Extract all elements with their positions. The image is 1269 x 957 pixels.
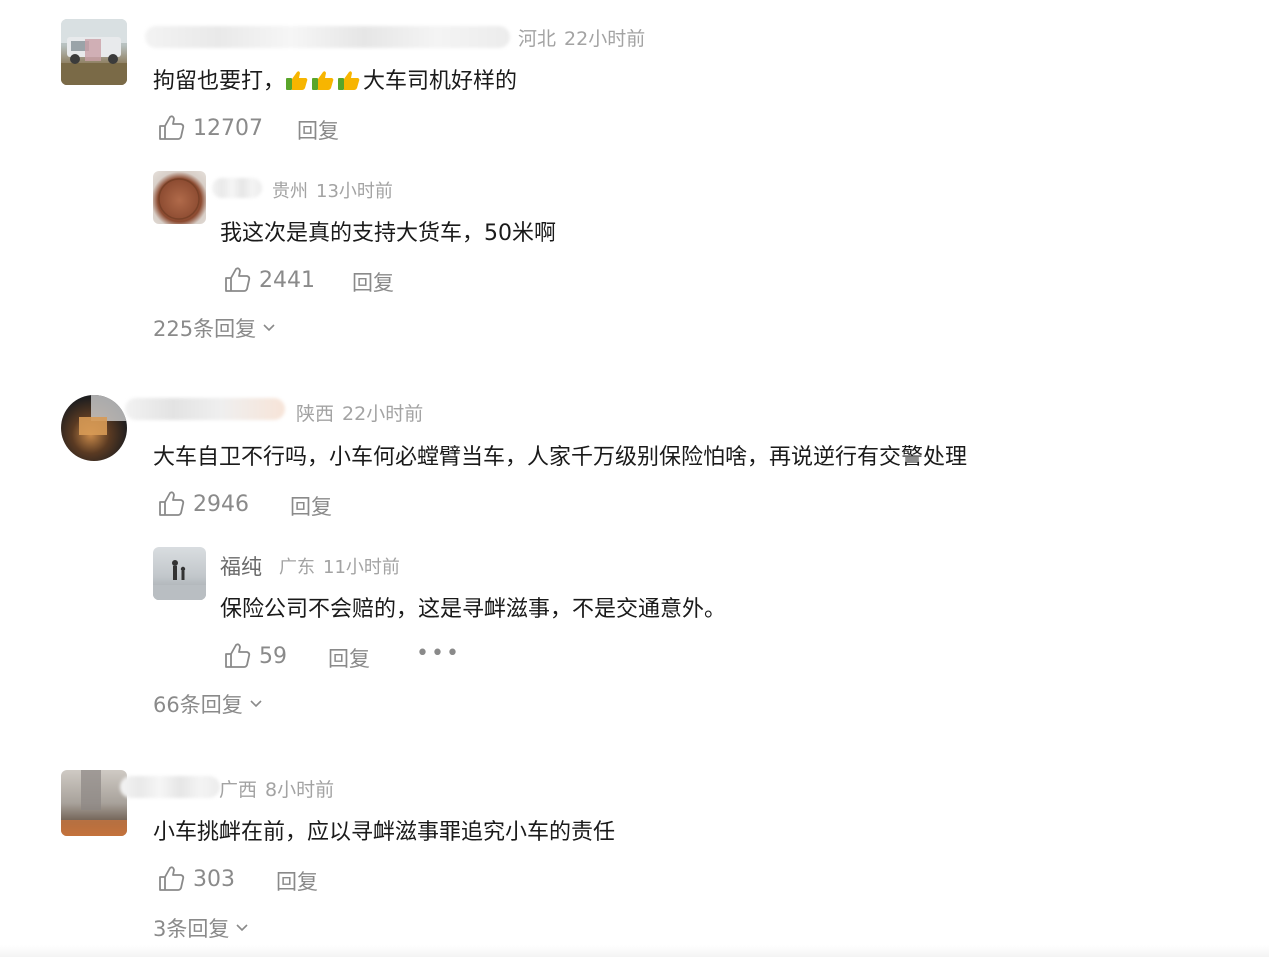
expand-replies-button[interactable]: 66条回复: [153, 689, 263, 719]
like-count: 2946: [193, 491, 249, 517]
avatar[interactable]: [61, 19, 127, 85]
comment-text: 拘留也要打， 大车司机好样的: [153, 69, 518, 94]
reply-button[interactable]: 回复: [297, 115, 339, 145]
chevron-down-icon: [250, 700, 262, 708]
bottom-fade: [0, 945, 1269, 957]
comment-text: 大车自卫不行吗，小车何必螳臂当车，人家千万级别保险怕啥，再说逆行有交警处理: [153, 445, 968, 470]
comment-meta: 河北 22小时前: [518, 24, 645, 51]
location: 陕西: [296, 403, 335, 425]
reply-meta: 广东 11小时前: [279, 553, 400, 579]
like-count: 2441: [259, 267, 315, 293]
timestamp: 22小时前: [564, 28, 646, 50]
expand-label: 225条回复: [153, 317, 257, 341]
avatar-image: [79, 395, 127, 435]
like-count: 12707: [193, 115, 263, 141]
more-options-button[interactable]: •••: [416, 641, 461, 666]
comment-meta: 陕西 22小时前: [296, 399, 423, 426]
timestamp: 13小时前: [316, 181, 393, 202]
timestamp: 22小时前: [342, 403, 424, 425]
reply-button[interactable]: 回复: [290, 491, 332, 521]
timestamp: 11小时前: [323, 557, 400, 578]
thumbs-up-outline-icon: [225, 643, 251, 668]
like-button[interactable]: 59: [223, 642, 287, 670]
location: 贵州: [272, 181, 308, 202]
thumbs-up-emoji: [312, 71, 334, 90]
location: 河北: [518, 28, 557, 50]
chevron-down-icon: [263, 324, 275, 332]
avatar[interactable]: [153, 547, 206, 600]
reply-meta: 贵州 13小时前: [272, 177, 393, 203]
thumbs-up-outline-icon: [159, 115, 185, 140]
expand-replies-button[interactable]: 3条回复: [153, 913, 249, 943]
reply-button[interactable]: 回复: [352, 267, 394, 297]
avatar-image: [153, 560, 206, 600]
expand-label: 66条回复: [153, 693, 243, 717]
chevron-down-icon: [236, 924, 248, 932]
location: 广东: [279, 557, 315, 578]
thumbs-up-emoji: [338, 71, 360, 90]
comment-meta: 广西 8小时前: [219, 775, 334, 802]
username-redacted[interactable]: [120, 776, 220, 798]
thumbs-up-outline-icon: [159, 866, 185, 891]
reply-text: 保险公司不会赔的，这是寻衅滋事，不是交通意外。: [220, 597, 727, 622]
avatar-image: [61, 19, 127, 85]
avatar-image: [61, 770, 127, 836]
timestamp: 8小时前: [265, 779, 335, 801]
comment-text: 小车挑衅在前，应以寻衅滋事罪追究小车的责任: [153, 820, 616, 845]
reply-text: 我这次是真的支持大货车，50米啊: [220, 221, 556, 246]
thumbs-up-emoji: [286, 71, 308, 90]
thumbs-up-outline-icon: [225, 267, 251, 292]
location: 广西: [219, 779, 258, 801]
reply-username[interactable]: 福纯: [220, 551, 262, 581]
avatar[interactable]: [61, 395, 127, 461]
username-redacted[interactable]: [125, 398, 285, 420]
like-count: 303: [193, 866, 235, 892]
reply-button[interactable]: 回复: [328, 643, 370, 673]
avatar[interactable]: [61, 770, 127, 836]
like-button[interactable]: 2441: [223, 266, 315, 294]
expand-label: 3条回复: [153, 917, 230, 941]
username-redacted[interactable]: [145, 26, 510, 48]
avatar[interactable]: [153, 171, 206, 224]
like-button[interactable]: 2946: [157, 490, 249, 518]
thumbs-up-outline-icon: [159, 491, 185, 516]
expand-replies-button[interactable]: 225条回复: [153, 313, 276, 343]
username-redacted[interactable]: [212, 178, 262, 198]
like-button[interactable]: 303: [157, 865, 235, 893]
avatar-image: [158, 178, 200, 220]
reply-button[interactable]: 回复: [276, 866, 318, 896]
comment-list: 河北 22小时前 拘留也要打， 大车司机好样的 12707 回复 贵州 13小时前 我…: [0, 0, 1269, 957]
like-count: 59: [259, 643, 287, 669]
like-button[interactable]: 12707: [157, 114, 263, 142]
